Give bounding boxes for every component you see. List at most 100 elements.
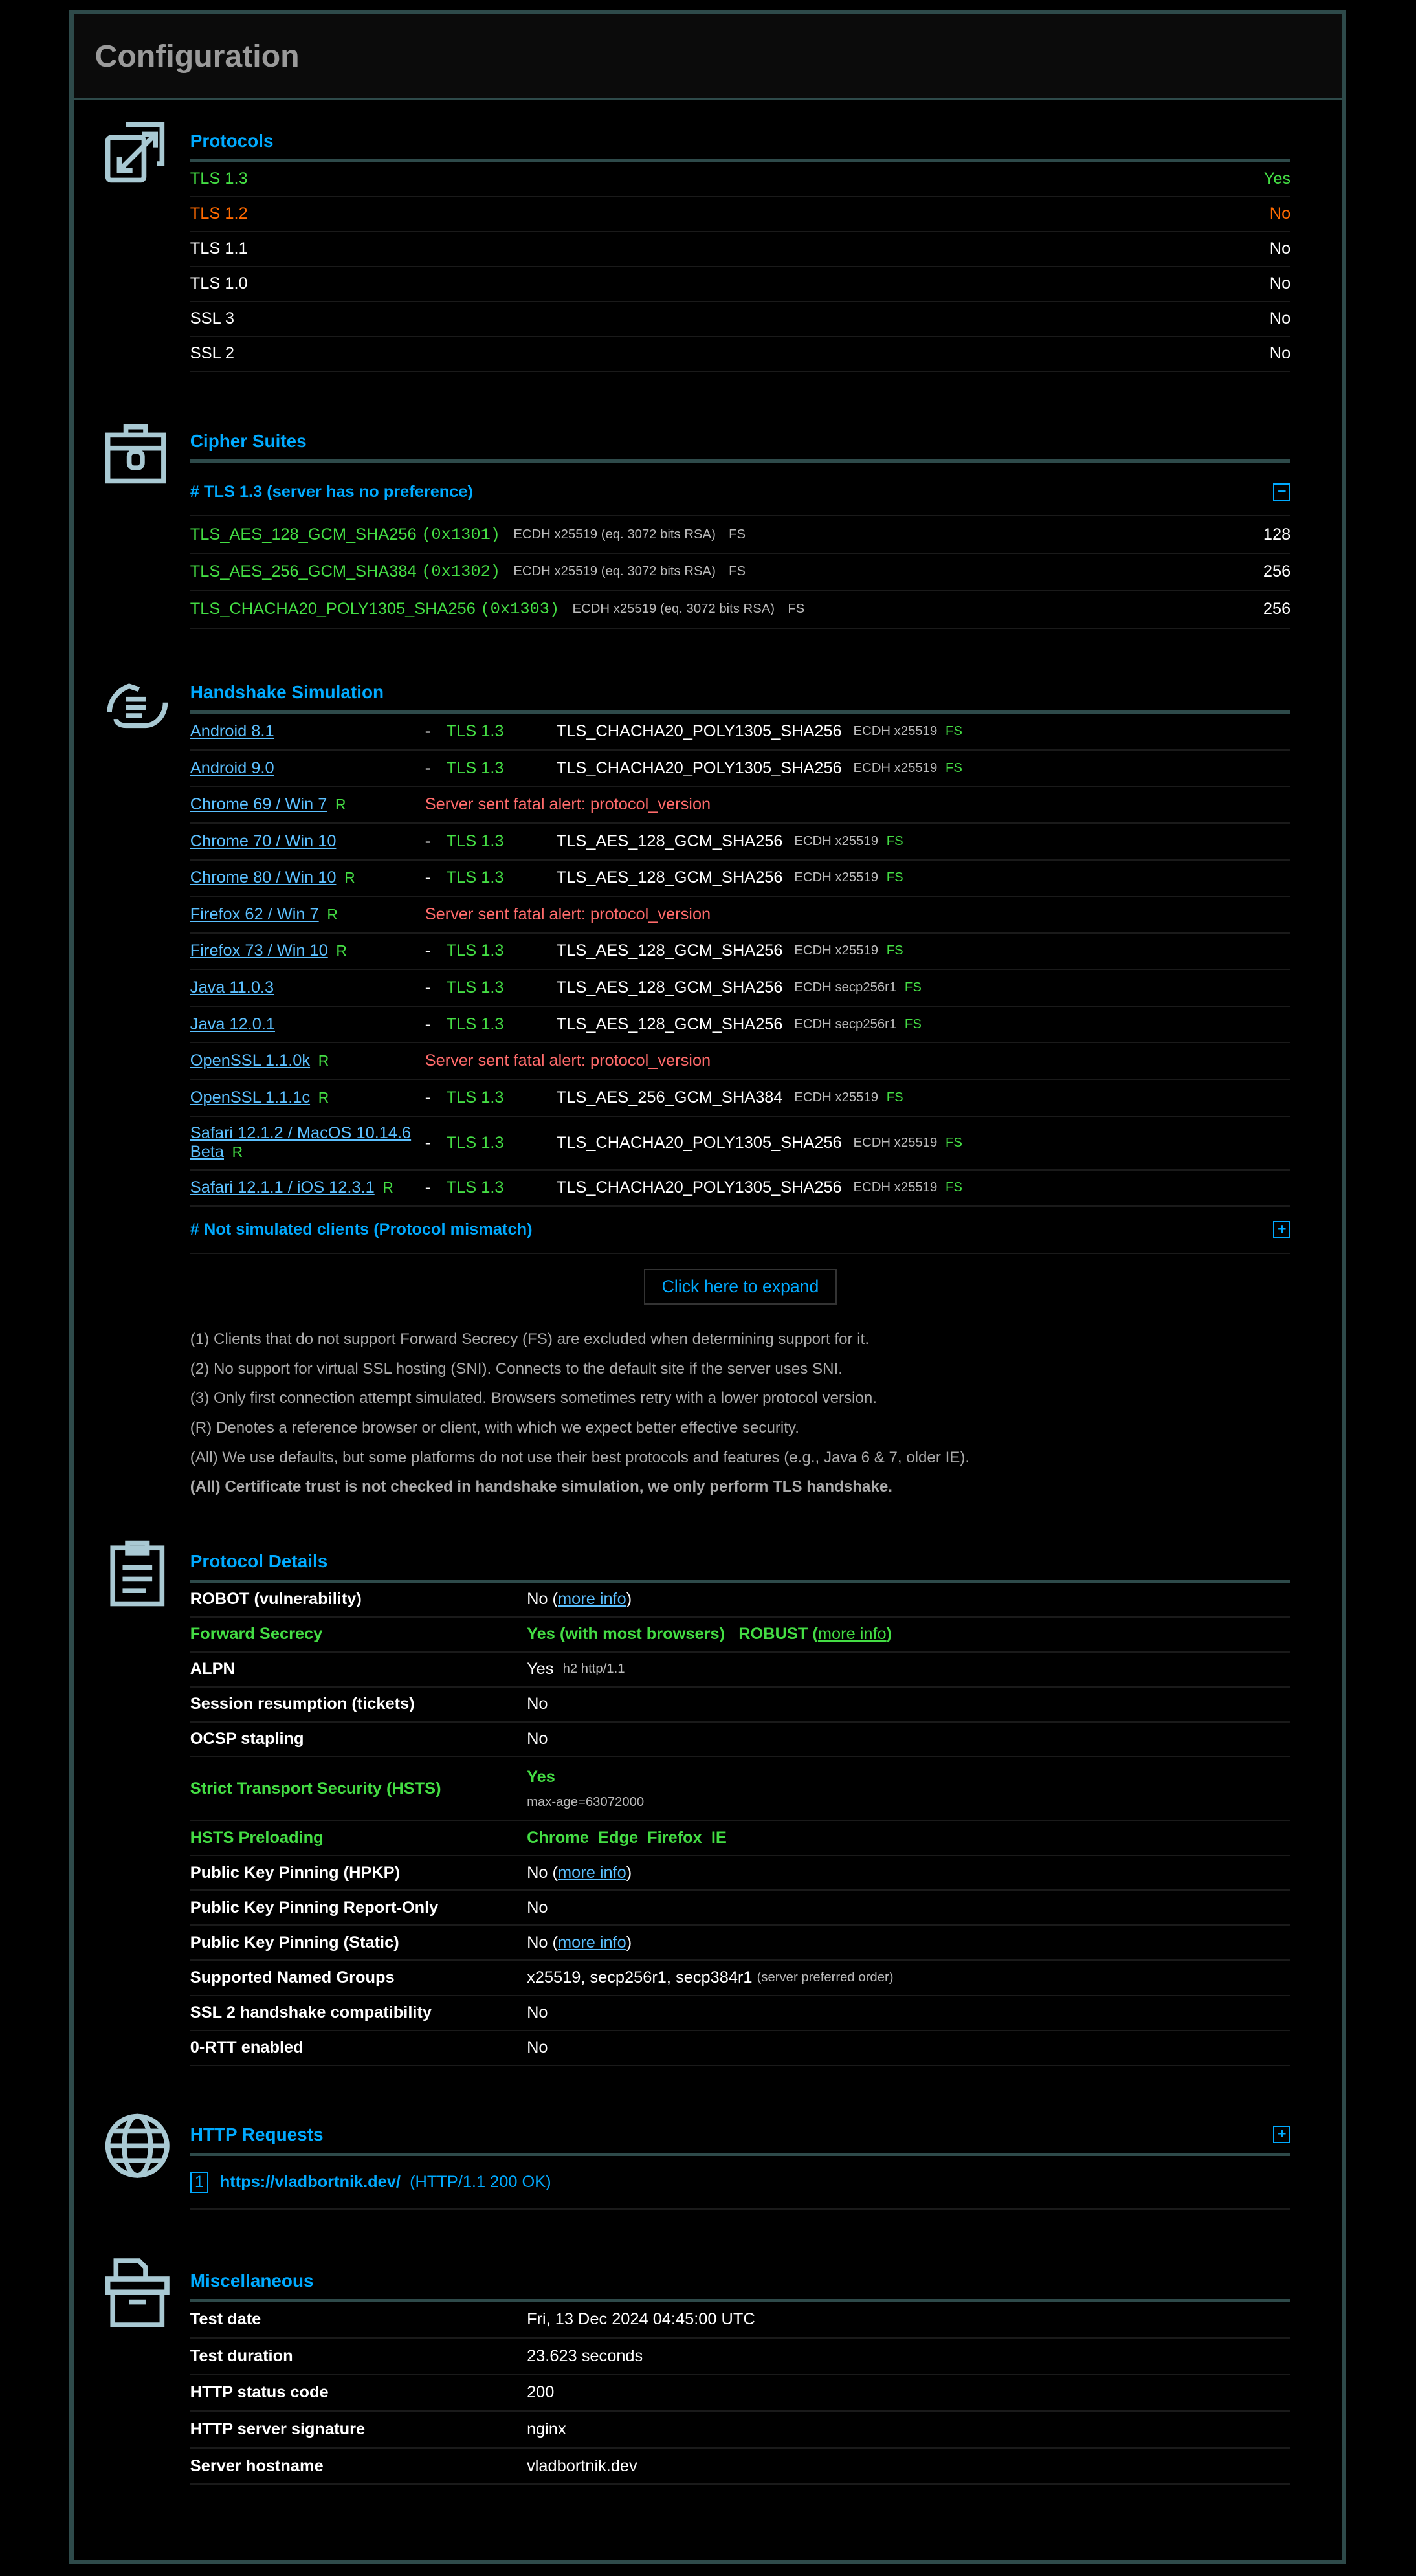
client-link[interactable]: Safari 12.1.1 / iOS 12.3.1: [190, 1178, 375, 1196]
more-info-link[interactable]: more info: [558, 1590, 626, 1609]
more-info-link[interactable]: more info: [558, 1864, 626, 1882]
bullet: -: [425, 1015, 431, 1033]
bullet: -: [425, 978, 431, 997]
client-link[interactable]: OpenSSL 1.1.1c: [190, 1088, 310, 1106]
request-index-badge: 1: [190, 2171, 209, 2193]
fs-label: FS: [729, 527, 746, 542]
handshake-row: OpenSSL 1.1.0k R Server sent fatal alert: …: [190, 1043, 1291, 1080]
misc-value: 23.623 seconds: [527, 2346, 643, 2365]
section-title: HTTP Requests +: [190, 2117, 1291, 2156]
ssl2-compat-row: SSL 2 handshake compatibility No: [190, 1996, 1291, 2031]
protocol-support: No: [1269, 204, 1291, 223]
http-request-row[interactable]: 1 https://vladbortnik.dev/ (HTTP/1.1 200…: [190, 2156, 1291, 2210]
section-title: Cipher Suites: [190, 423, 1291, 463]
handshake-row: Java 11.0.3 - TLS 1.3 TLS_AES_128_GCM_SHA25…: [190, 970, 1291, 1007]
negotiated-cipher: TLS_CHACHA20_POLY1305_SHA256: [556, 1178, 842, 1197]
detail-key: SSL 2 handshake compatibility: [190, 2003, 432, 2021]
protocol-name: TLS 1.3: [190, 170, 248, 188]
detail-key: 0-RTT enabled: [190, 2038, 304, 2057]
client-link[interactable]: OpenSSL 1.1.0k: [190, 1051, 310, 1070]
text-label: Cipher Suites: [190, 431, 307, 452]
text-label: No: [527, 1898, 548, 1917]
client-link[interactable]: Android 8.1: [190, 722, 274, 740]
client-link[interactable]: Firefox 73 / Win 10: [190, 941, 328, 960]
client-link[interactable]: Chrome 80 / Win 10: [190, 868, 337, 886]
misc-key: Server hostname: [190, 2456, 324, 2475]
misc-key: HTTP status code: [190, 2383, 329, 2402]
client-cell: OpenSSL 1.1.1c R: [190, 1088, 425, 1107]
bullet: -: [425, 941, 431, 960]
misc-row: HTTP server signature nginx: [190, 2412, 1291, 2449]
cipher-bits: 128: [1263, 525, 1291, 544]
client-cell: Firefox 62 / Win 7 R: [190, 905, 425, 924]
expand-plus-icon[interactable]: +: [1273, 2126, 1291, 2144]
protocol-row: TLS 1.3 Yes: [190, 162, 1291, 197]
cipher-bits: 256: [1263, 600, 1291, 619]
client-cell: Safari 12.1.2 / MacOS 10.14.6 Beta R: [190, 1124, 425, 1161]
client-link[interactable]: Chrome 69 / Win 7: [190, 795, 327, 813]
key-exchange: ECDH x25519: [794, 1090, 879, 1105]
robot-row: ROBOT (vulnerability) No (more info): [190, 1583, 1291, 1618]
cipher-kx: ECDH x25519 (eq. 3072 bits RSA): [513, 527, 716, 542]
text-label: Protocols: [190, 130, 274, 151]
protocol-name: TLS 1.1: [190, 239, 248, 258]
client-link[interactable]: Chrome 70 / Win 10: [190, 832, 337, 850]
bullet: -: [425, 831, 431, 850]
client-cell: Firefox 73 / Win 10 R: [190, 941, 425, 960]
protocol-version: TLS 1.3: [446, 941, 504, 960]
footnote: (1) Clients that do not support Forward …: [190, 1330, 870, 1348]
detail-key: Public Key Pinning Report-Only: [190, 1898, 439, 1917]
text-label: x25519, secp256r1, secp384r1: [527, 1968, 753, 1987]
collapse-minus-icon[interactable]: −: [1273, 483, 1291, 501]
client-link[interactable]: Safari 12.1.2 / MacOS 10.14.6 Beta: [190, 1124, 411, 1161]
handshake-error: Server sent fatal alert: protocol_versio…: [425, 1051, 711, 1070]
more-info-link[interactable]: more info: [818, 1625, 887, 1644]
section-title: Protocols: [190, 123, 1291, 162]
client-link[interactable]: Firefox 62 / Win 7: [190, 905, 319, 923]
fs-label: FS: [729, 564, 746, 579]
client-link[interactable]: Java 11.0.3: [190, 978, 274, 996]
text-label: No: [527, 2038, 548, 2057]
not-simulated-label: # Not simulated clients (Protocol mismat…: [190, 1220, 533, 1239]
page-title: Configuration: [94, 38, 300, 74]
reference-marker: R: [318, 1052, 329, 1070]
handshake-row: Safari 12.1.1 / iOS 12.3.1 R - TLS 1.3 TLS_C…: [190, 1171, 1291, 1207]
cipher-name: TLS_AES_256_GCM_SHA384: [190, 562, 417, 581]
handshake-error: Server sent fatal alert: protocol_versio…: [425, 795, 711, 814]
forward-secrecy-row: Forward Secrecy Yes (with most browsers) …: [190, 1618, 1291, 1653]
handshake-row: Chrome 80 / Win 10 R - TLS 1.3 TLS_AES_128_G…: [190, 861, 1291, 897]
hsts-row: Strict Transport Security (HSTS) Yes max-a…: [190, 1757, 1291, 1822]
text-label: ROBUST: [738, 1625, 808, 1644]
panel-header: Configuration: [73, 14, 1342, 100]
client-link[interactable]: Java 12.0.1: [190, 1015, 275, 1033]
expand-button[interactable]: Click here to expand: [644, 1269, 837, 1305]
client-cell: Java 11.0.3: [190, 978, 425, 997]
reference-marker: R: [232, 1143, 243, 1161]
reference-marker: R: [336, 942, 347, 960]
client-link[interactable]: Android 9.0: [190, 759, 274, 777]
text-label: No (: [527, 1863, 558, 1882]
protocol-version: TLS 1.3: [446, 1178, 504, 1197]
request-url[interactable]: https://vladbortnik.dev/: [220, 2173, 401, 2192]
fs-label: FS: [886, 833, 903, 848]
protocol-version: TLS 1.3: [446, 1088, 504, 1106]
misc-row: Test date Fri, 13 Dec 2024 04:45:00 UTC: [190, 2302, 1291, 2339]
hpkp-report-only-row: Public Key Pinning Report-Only No: [190, 1891, 1291, 1926]
expand-plus-icon[interactable]: +: [1273, 1221, 1291, 1239]
bullet: -: [425, 1178, 431, 1197]
cipher-name: TLS_CHACHA20_POLY1305_SHA256: [190, 600, 476, 619]
section-title: Miscellaneous: [190, 2263, 1291, 2302]
fs-label: FS: [945, 724, 962, 739]
bullet: -: [425, 1088, 431, 1106]
bullet: -: [425, 1133, 431, 1152]
detail-key: Supported Named Groups: [190, 1968, 395, 1987]
protocol-row: TLS 1.1 No: [190, 232, 1291, 267]
cipher-row: TLS_CHACHA20_POLY1305_SHA256 (0x1303) ECDH…: [190, 591, 1291, 629]
bullet: -: [425, 758, 431, 777]
misc-key: Test duration: [190, 2346, 293, 2365]
more-info-link[interactable]: more info: [558, 1933, 626, 1952]
alpn-row: ALPN Yes h2 http/1.1: [190, 1653, 1291, 1688]
client-cell: Chrome 69 / Win 7 R: [190, 795, 425, 814]
protocol-support: Yes: [1263, 170, 1291, 188]
protocol-support: No: [1269, 309, 1291, 328]
